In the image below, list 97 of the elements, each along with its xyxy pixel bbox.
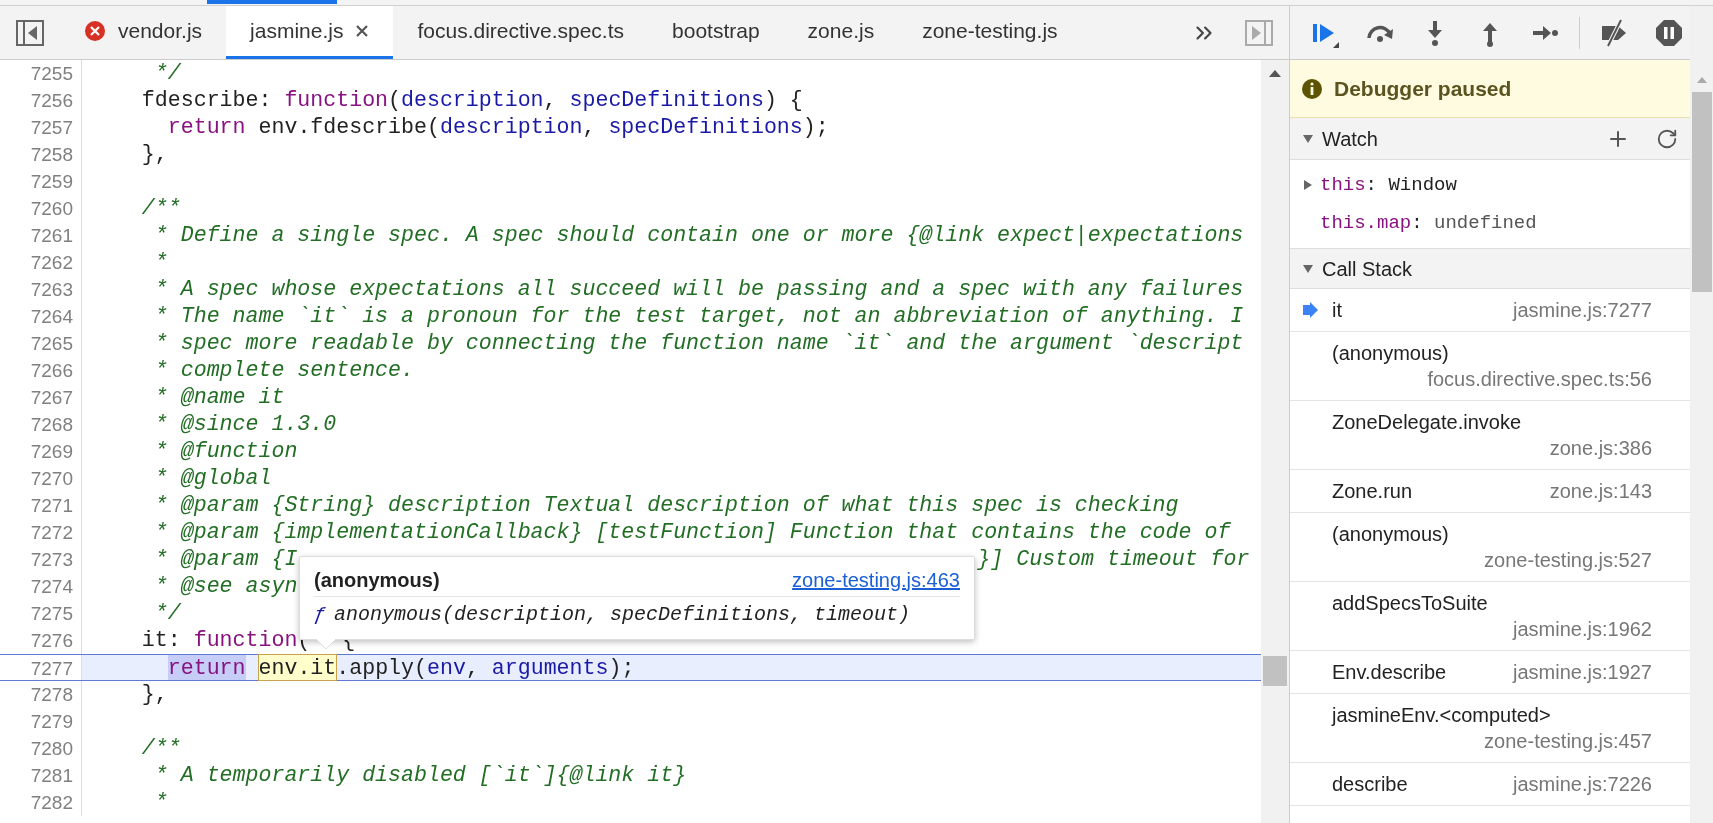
source-location: focus.directive.spec.ts:56 (1427, 367, 1652, 392)
scroll-thumb[interactable] (1691, 92, 1712, 292)
source-location: jasmine.js:1962 (1513, 617, 1652, 642)
code-text: * @param {I (154, 546, 298, 573)
function-name: (anonymous) (1332, 341, 1449, 366)
code-text: * @name it (154, 384, 285, 411)
code-text: * A spec whose expectations all succeed will be passing and a spec with any failures (154, 276, 1244, 303)
call-frame[interactable]: describe jasmine.js:7226 (1290, 763, 1690, 806)
code-text: * (154, 789, 168, 816)
current-frame-icon (1302, 302, 1318, 318)
code-text: env.it (258, 655, 337, 680)
file-tab[interactable]: bootstrap (648, 6, 784, 59)
section-header[interactable]: Call Stack (1290, 249, 1690, 289)
code-text: fdescribe: (141, 87, 273, 114)
watch-expression[interactable]: this: Window (1320, 170, 1457, 200)
collapse-icon[interactable] (1302, 132, 1314, 145)
source-location: jasmine.js:7277 (1513, 298, 1652, 323)
call-frame[interactable]: Zone.run zone.js:143 (1290, 470, 1690, 513)
code-text: return (167, 114, 246, 141)
code-text: specDefinitions (569, 87, 764, 114)
watch-expression[interactable]: this.map: undefined (1320, 208, 1537, 238)
code-text: }] Custom timeout for (977, 546, 1250, 573)
section-header[interactable]: Watch (1290, 118, 1690, 160)
code-text: , (582, 114, 597, 141)
code-text: description (401, 87, 544, 114)
code-text: * @since 1.3.0 (154, 411, 337, 438)
source-location: zone.js:143 (1549, 479, 1652, 504)
section-title: Watch (1322, 126, 1378, 152)
code-text: /** (141, 735, 181, 762)
code-text: ) { (763, 87, 803, 114)
function-signature: anonymous(description, specDefinitions, timeout) (334, 602, 911, 628)
line-number: 7277 (0, 655, 82, 680)
call-frame[interactable]: it jasmine.js:7277 (1290, 289, 1690, 332)
call-frame[interactable]: Env.describe jasmine.js:1927 (1290, 651, 1690, 694)
source-location: zone-testing.js:527 (1484, 548, 1652, 573)
popup-title: (anonymous) (314, 567, 440, 593)
code-text: * (154, 249, 168, 276)
code-text: */ (154, 600, 181, 627)
function-name: Zone.run (1332, 479, 1413, 504)
code-text: /** (141, 195, 181, 222)
file-tab[interactable]: zone.js (783, 6, 899, 59)
function-name: jasmineEnv.<computed> (1332, 703, 1551, 728)
info-icon (1302, 78, 1322, 99)
source-link[interactable]: zone-testing.js:463 (792, 564, 960, 595)
code-text: function (284, 87, 389, 114)
source-location: zone-testing.js:457 (1484, 729, 1652, 754)
code-text: * Define a single spec. A spec should contain one or more {@link expect|expectations (154, 222, 1244, 249)
source-location: jasmine.js:1927 (1513, 660, 1652, 685)
function-name: (anonymous) (1332, 522, 1449, 547)
code-text: }, (141, 681, 168, 708)
scrollbar[interactable] (1690, 6, 1713, 823)
code-text: * @global (154, 465, 272, 492)
code-text: it: (141, 627, 182, 654)
code-text: ( (388, 87, 402, 114)
function-name: Env.describe (1332, 660, 1447, 685)
scroll-up-icon[interactable] (1268, 68, 1282, 78)
code-text: , (543, 87, 558, 114)
expand-icon[interactable] (1302, 179, 1314, 191)
code-text: function (193, 627, 298, 654)
code-text: * @param {String} description Textual description of what this spec is checking (154, 492, 1179, 519)
code-text: env.fdescribe( (258, 114, 440, 141)
code-text: arguments (491, 655, 609, 680)
code-text: .apply( (336, 655, 427, 680)
file-tab[interactable]: jasmine.js (226, 6, 394, 59)
code-text: * complete sentence. (154, 357, 414, 384)
file-tab[interactable]: focus.directive.spec.ts (393, 6, 649, 59)
code-text: * The name `it` is a pronoun for the test target, not an abbreviation of anything. I (154, 303, 1244, 330)
code-text: * A temporarily disabled [`it`]{@link it} (154, 762, 687, 789)
code-text: */ (154, 60, 181, 87)
function-name: it (1332, 298, 1342, 323)
file-tab[interactable]: zone-testing.js (898, 6, 1082, 59)
code-text: description (439, 114, 583, 141)
function-symbol: ƒ (314, 602, 326, 628)
refresh-icon[interactable] (1656, 127, 1678, 150)
code-text: }, (141, 141, 168, 168)
function-name: addSpecsToSuite (1332, 591, 1488, 616)
code-text: * @param {implementationCallback} [testFunction] Function that contains the code of (154, 519, 1231, 546)
banner-text: Debugger paused (1334, 75, 1512, 102)
code-text: specDefinitions (608, 114, 803, 141)
collapse-icon[interactable] (1302, 262, 1314, 275)
function-name: describe (1332, 772, 1408, 797)
close-icon[interactable] (355, 24, 370, 38)
code-text: * @see asyn (154, 573, 298, 600)
code-text: env (427, 655, 466, 680)
code-text: * @function (154, 438, 298, 465)
code-text: ); (608, 655, 635, 680)
section-title: Call Stack (1322, 256, 1413, 282)
code-text: return (167, 655, 246, 680)
scrollbar[interactable] (1261, 60, 1289, 823)
code-text: * spec more readable by connecting the function name `it` and the argument `descript (154, 330, 1244, 357)
source-location: jasmine.js:7226 (1513, 772, 1652, 797)
code-text: ); (802, 114, 829, 141)
source-location: zone.js:386 (1549, 436, 1652, 461)
code-text: , (465, 655, 480, 680)
file-tab[interactable]: vendor.js (60, 6, 227, 59)
function-name: ZoneDelegate.invoke (1332, 410, 1521, 435)
scroll-thumb[interactable] (1263, 656, 1287, 686)
